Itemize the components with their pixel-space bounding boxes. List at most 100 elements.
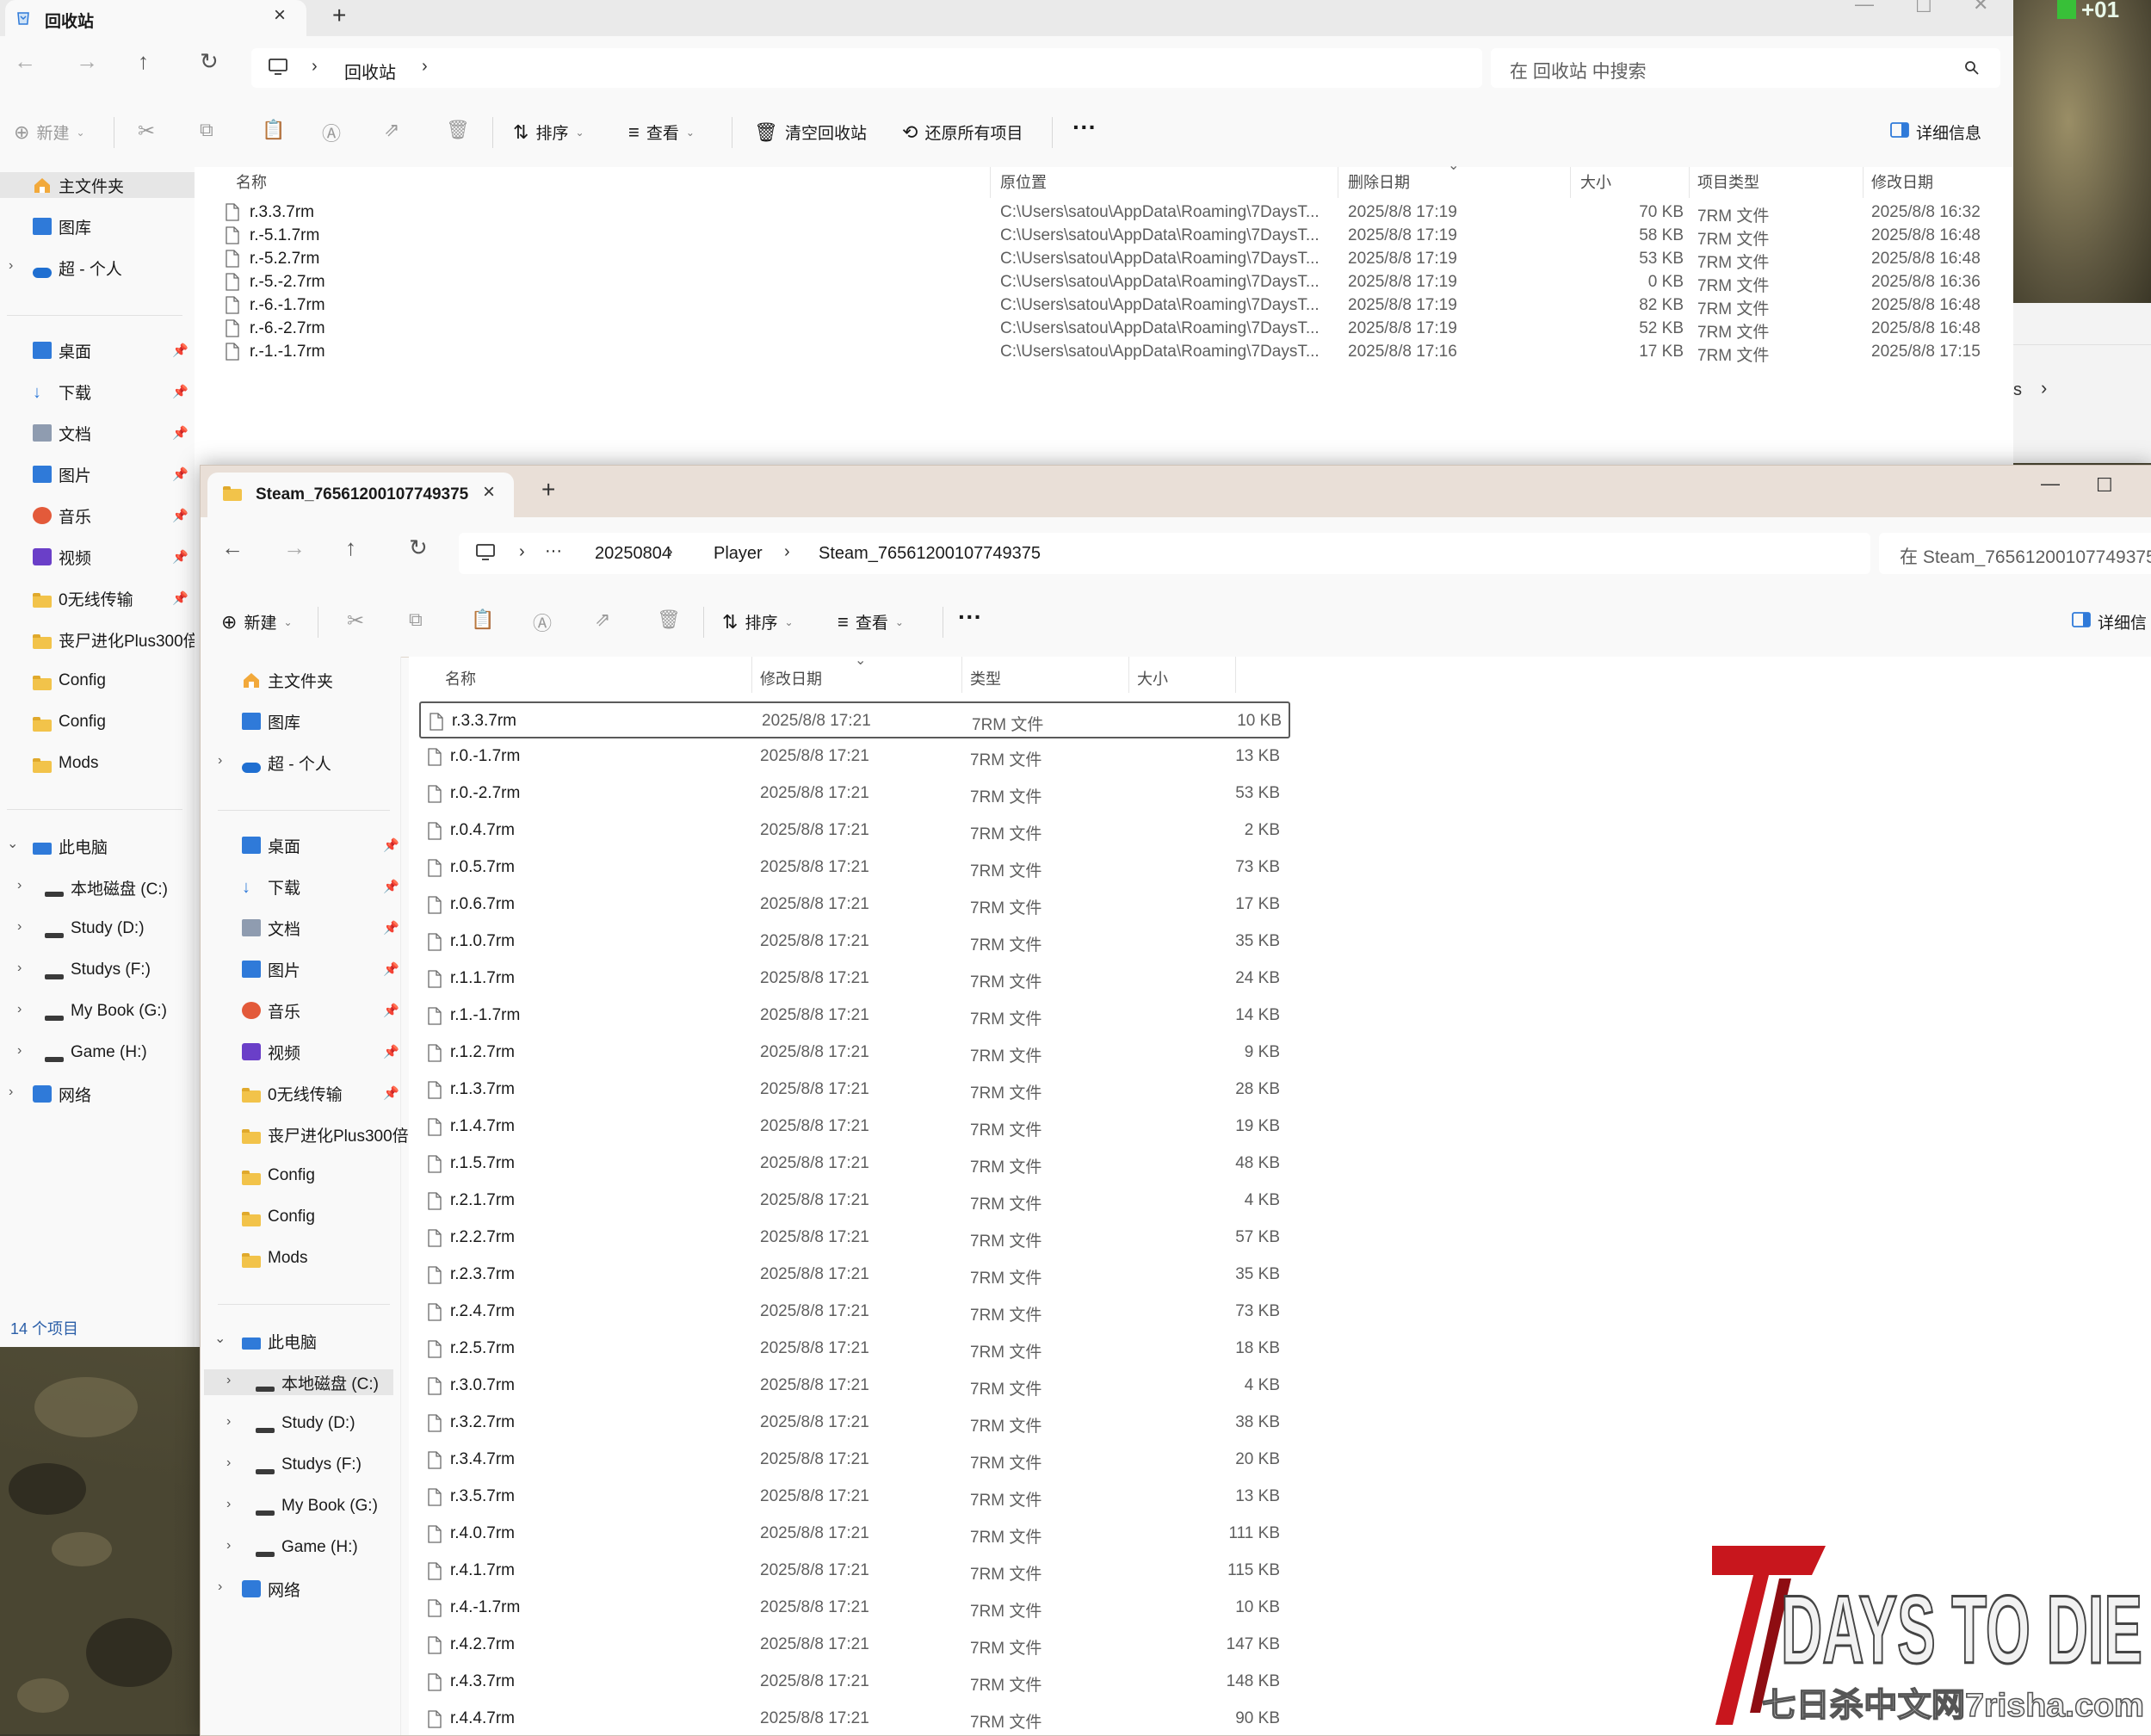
chevron-down-icon[interactable]: ⌄ <box>7 835 18 852</box>
table-row[interactable]: r.3.4.7rm 2025/8/8 17:21 7RM 文件 20 KB <box>419 1442 1290 1479</box>
cut-icon[interactable]: ✂ <box>138 119 155 144</box>
share-icon[interactable]: ⇗ <box>595 609 610 631</box>
sidebar-item-videos[interactable]: 视频 📌 <box>201 1039 399 1065</box>
rename-icon[interactable]: Ⓐ <box>533 609 552 636</box>
chevron-right-icon[interactable]: › <box>312 57 318 77</box>
sidebar-item-drive-h[interactable]: › Game (H:) <box>201 1535 358 1560</box>
table-row[interactable]: r.4.2.7rm 2025/8/8 17:21 7RM 文件 147 KB <box>419 1627 1290 1664</box>
table-row[interactable]: r.1.1.7rm 2025/8/8 17:21 7RM 文件 24 KB <box>419 961 1290 998</box>
breadcrumb[interactable]: › ··· 20250804 › Player › Steam_76561200… <box>459 533 1870 574</box>
sidebar-item-drive-c[interactable]: › 本地磁盘 (C:) <box>204 1369 393 1395</box>
new-button[interactable]: ⊕ 新建 ⌄ <box>221 610 293 633</box>
pin-icon[interactable]: 📌 <box>383 837 399 853</box>
chevron-right-icon[interactable]: › <box>17 919 22 935</box>
copy-icon[interactable]: ⧉ <box>409 609 423 631</box>
column-header-type[interactable]: 类型 <box>970 667 1001 689</box>
chevron-right-icon[interactable]: › <box>422 57 428 77</box>
chevron-right-icon[interactable]: › <box>17 961 22 976</box>
close-window-button[interactable]: ✕ <box>1973 0 1988 15</box>
table-row[interactable]: r.4.-1.7rm 2025/8/8 17:21 7RM 文件 10 KB <box>419 1590 1290 1627</box>
table-row[interactable]: r.1.2.7rm 2025/8/8 17:21 7RM 文件 9 KB <box>419 1035 1290 1072</box>
table-row[interactable]: r.3.5.7rm 2025/8/8 17:21 7RM 文件 13 KB <box>419 1479 1290 1516</box>
sidebar-item-zombie[interactable]: 丧尸进化Plus300倍 <box>201 1121 409 1147</box>
sidebar-item-pictures[interactable]: 图片 📌 <box>0 461 189 487</box>
table-row[interactable]: r.0.-1.7rm 2025/8/8 17:21 7RM 文件 13 KB <box>419 738 1290 775</box>
table-row[interactable]: r.-6.-2.7rm C:\Users\satou\AppData\Roamin… <box>195 318 2013 342</box>
table-row[interactable]: r.-5.2.7rm C:\Users\satou\AppData\Roaming… <box>195 248 2013 272</box>
minimize-button[interactable]: — <box>2041 473 2060 495</box>
table-row[interactable]: r.2.1.7rm 2025/8/8 17:21 7RM 文件 4 KB <box>419 1183 1290 1220</box>
details-pane-button[interactable]: 详细信息 <box>1890 120 1981 144</box>
table-row[interactable]: r.1.4.7rm 2025/8/8 17:21 7RM 文件 19 KB <box>419 1109 1290 1146</box>
chevron-right-icon[interactable]: › <box>17 1002 22 1017</box>
sidebar-item-pictures[interactable]: 图片 📌 <box>201 956 399 982</box>
chevron-right-icon[interactable]: › <box>226 1373 231 1388</box>
sidebar-item-drive-c[interactable]: › 本地磁盘 (C:) <box>0 874 168 900</box>
table-row[interactable]: r.1.0.7rm 2025/8/8 17:21 7RM 文件 35 KB <box>419 924 1290 961</box>
delete-icon[interactable]: 🗑 <box>657 609 681 631</box>
table-row[interactable]: r.2.5.7rm 2025/8/8 17:21 7RM 文件 18 KB <box>419 1331 1290 1368</box>
column-header-original-location[interactable]: 原位置 <box>1000 170 1047 193</box>
chevron-right-icon[interactable]: › <box>784 542 790 562</box>
chevron-right-icon[interactable]: › <box>667 542 673 562</box>
sidebar-item-wireless[interactable]: 0无线传输 📌 <box>0 585 189 611</box>
sidebar-item-config[interactable]: Config <box>201 1204 315 1230</box>
forward-button[interactable]: → <box>283 534 306 561</box>
share-icon[interactable]: ⇗ <box>384 119 399 141</box>
pin-icon[interactable]: 📌 <box>172 343 189 358</box>
pin-icon[interactable]: 📌 <box>172 549 189 565</box>
breadcrumb-item[interactable]: 回收站 <box>344 59 396 83</box>
sidebar-item-thispc[interactable]: ⌄ 此电脑 <box>0 833 108 859</box>
chevron-down-icon[interactable]: ⌄ <box>214 1330 226 1347</box>
close-tab-icon[interactable]: × <box>274 3 286 28</box>
chevron-right-icon[interactable]: › <box>17 878 22 893</box>
sidebar-item-documents[interactable]: 文档 📌 <box>0 420 189 446</box>
table-row[interactable]: r.-5.-2.7rm C:\Users\satou\AppData\Roamin… <box>195 271 2013 295</box>
pin-icon[interactable]: 📌 <box>383 879 399 894</box>
sort-button[interactable]: ⇅ 排序 ⌄ <box>513 120 584 144</box>
breadcrumb-item[interactable]: Player <box>714 544 763 564</box>
minimize-button[interactable]: — <box>1855 0 1874 15</box>
table-row[interactable]: r.4.0.7rm 2025/8/8 17:21 7RM 文件 111 KB <box>419 1516 1290 1553</box>
column-header-name[interactable]: 名称 <box>445 667 476 689</box>
sidebar-item-zombie[interactable]: 丧尸进化Plus300倍 <box>0 627 200 652</box>
maximize-button[interactable]: ☐ <box>1915 0 1932 17</box>
up-button[interactable]: ↑ <box>345 534 356 561</box>
table-row[interactable]: r.1.-1.7rm 2025/8/8 17:21 7RM 文件 14 KB <box>419 998 1290 1035</box>
chevron-right-icon[interactable]: › <box>226 1455 231 1471</box>
column-header-size[interactable]: 大小 <box>1137 667 1168 689</box>
table-row[interactable]: r.-1.-1.7rm C:\Users\satou\AppData\Roamin… <box>195 341 2013 365</box>
sidebar-item-desktop[interactable]: 桌面 📌 <box>0 337 195 363</box>
sidebar-item-gallery[interactable]: 图库 <box>201 708 300 734</box>
pin-icon[interactable]: 📌 <box>383 920 399 936</box>
chevron-right-icon[interactable]: › <box>17 1043 22 1059</box>
tab-recycle-bin[interactable]: 回收站 × <box>5 0 306 36</box>
pin-icon[interactable]: 📌 <box>383 961 399 977</box>
table-row[interactable]: r.3.2.7rm 2025/8/8 17:21 7RM 文件 38 KB <box>419 1405 1290 1442</box>
table-row[interactable]: r.3.3.7rm C:\Users\satou\AppData\Roaming\… <box>195 201 2013 225</box>
sidebar-item-config[interactable]: Config <box>0 709 106 735</box>
copy-icon[interactable]: ⧉ <box>200 119 213 141</box>
sidebar-item-drive-f[interactable]: › Studys (F:) <box>0 957 151 983</box>
sidebar-item-drive-h[interactable]: › Game (H:) <box>0 1040 147 1066</box>
search-input[interactable]: 在 Steam_76561200107749375 中搜索 <box>1879 533 2151 574</box>
table-row[interactable]: r.0.4.7rm 2025/8/8 17:21 7RM 文件 2 KB <box>419 812 1290 849</box>
details-pane-button[interactable]: 详细信 <box>2072 610 2147 633</box>
column-header-date-modified[interactable]: 修改日期 <box>1871 170 1933 193</box>
sidebar-item-network[interactable]: › 网络 <box>201 1576 300 1602</box>
sidebar-item-downloads[interactable]: ↓ 下载 📌 <box>201 874 399 899</box>
sidebar-item-music[interactable]: 音乐 📌 <box>0 503 189 528</box>
sidebar-item-documents[interactable]: 文档 📌 <box>201 915 399 941</box>
tab-steam-folder[interactable]: Steam_76561200107749375 × <box>207 473 514 517</box>
rename-icon[interactable]: Ⓐ <box>322 119 341 146</box>
pin-icon[interactable]: 📌 <box>172 508 189 523</box>
table-row[interactable]: r.2.4.7rm 2025/8/8 17:21 7RM 文件 73 KB <box>419 1294 1290 1331</box>
sidebar-item-drive-f[interactable]: › Studys (F:) <box>201 1452 362 1478</box>
sidebar-item-thispc[interactable]: ⌄ 此电脑 <box>201 1328 317 1354</box>
chevron-right-icon[interactable]: › <box>218 753 222 769</box>
sidebar-item-drive-d[interactable]: › Study (D:) <box>201 1411 355 1436</box>
more-options-icon[interactable]: ··· <box>958 603 982 631</box>
back-button[interactable]: ← <box>14 48 36 75</box>
table-row[interactable]: r.0.5.7rm 2025/8/8 17:21 7RM 文件 73 KB <box>419 849 1290 887</box>
sort-button[interactable]: ⇅ 排序 ⌄ <box>722 610 794 633</box>
